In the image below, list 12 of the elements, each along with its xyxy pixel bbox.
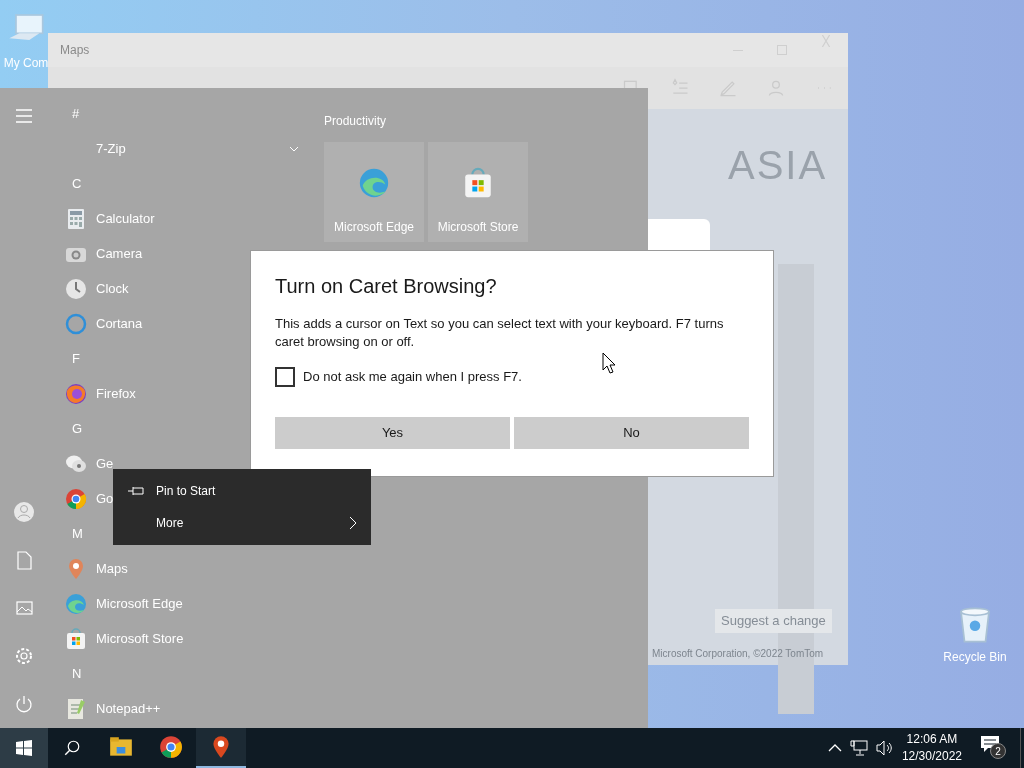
tile-group-title: Productivity xyxy=(324,114,387,128)
map-label: ASIA xyxy=(728,142,828,189)
dialog-message: This adds a cursor on Text so you can select text with your keyboard. F7 turns caret browsing on or off. xyxy=(275,315,725,351)
checkbox-label: Do not ask me again when I press F7. xyxy=(303,368,522,387)
desktop-icon-label: My Com xyxy=(3,55,49,72)
window-title: Maps xyxy=(60,42,90,59)
notification-badge: 2 xyxy=(990,743,1006,759)
time-text: 12:06 AM xyxy=(906,731,958,748)
date-text: 12/30/2022 xyxy=(901,748,962,765)
map-attribution: Microsoft Corporation, ©2022 TomTom xyxy=(652,647,824,661)
dialog-title: Turn on Caret Browsing? xyxy=(275,274,498,299)
desktop-icon-label: Recycle Bin xyxy=(943,649,1007,666)
